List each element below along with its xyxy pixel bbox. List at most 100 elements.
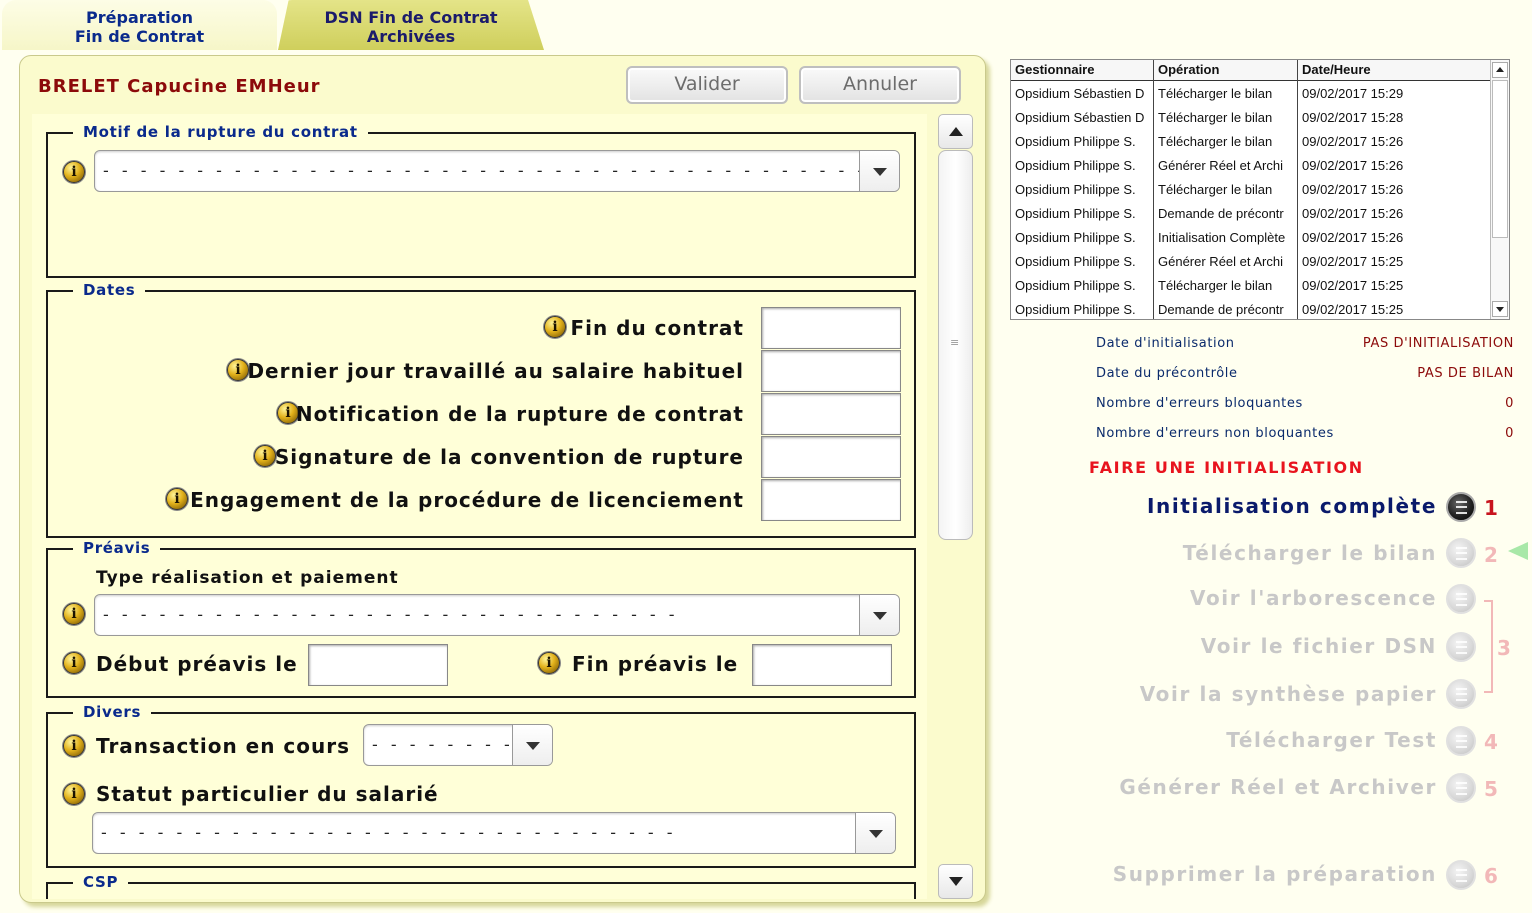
action-voir-synthese-papier[interactable]: Voir la synthèse papier [1140, 682, 1437, 706]
preavis-debut-input[interactable] [308, 644, 448, 686]
scroll-down-icon[interactable] [938, 864, 973, 899]
motif-select-value: - - - - - - - - - - - - - - - - - - - - … [103, 161, 899, 180]
info-icon[interactable]: i [544, 316, 566, 338]
status-label-precontrole: Date du précontrôle [1096, 366, 1238, 381]
preavis-debut-label: Début préavis le [96, 652, 298, 676]
chevron-down-icon[interactable] [859, 151, 899, 191]
action-telecharger-bilan[interactable]: Télécharger le bilan [1183, 541, 1437, 565]
chevron-down-icon[interactable] [512, 725, 552, 765]
date-input-fin-contrat[interactable] [761, 307, 901, 349]
preavis-fin-input[interactable] [752, 644, 892, 686]
history-col-operation[interactable]: Opération [1158, 62, 1219, 77]
preavis-group: Préavis Type réalisation et paiement i -… [46, 539, 916, 698]
step-number: 2 [1484, 543, 1498, 567]
action-supprimer-preparation[interactable]: Supprimer la préparation [1113, 862, 1437, 886]
scroll-up-icon[interactable] [1492, 62, 1508, 78]
history-col-date[interactable]: Date/Heure [1302, 62, 1371, 77]
tab-preparation[interactable]: Préparation Fin de Contrat [2, 0, 277, 50]
status-value-bloquantes: 0 [1505, 396, 1514, 411]
history-col-gestionnaire[interactable]: Gestionnaire [1015, 62, 1094, 77]
info-icon[interactable]: i [63, 783, 85, 805]
chevron-down-icon[interactable] [859, 595, 899, 635]
preavis-title: Préavis [73, 539, 161, 557]
table-row[interactable]: Opsidium Philippe S. Télécharger le bila… [1011, 274, 1491, 298]
scrollbar-thumb[interactable]: ≡ [938, 150, 973, 540]
cell-date: 09/02/2017 15:26 [1302, 158, 1404, 173]
cell-operation: Demande de précontr [1158, 302, 1284, 317]
cell-gestionnaire: Opsidium Philippe S. [1015, 134, 1136, 149]
scroll-up-icon[interactable] [938, 114, 973, 149]
table-row[interactable]: Opsidium Sébastien D Télécharger le bila… [1011, 82, 1491, 106]
scroll-down-icon[interactable] [1492, 301, 1508, 317]
tab-archived[interactable]: DSN Fin de Contrat Archivées [278, 0, 544, 50]
transaction-value: - - - - - - - - - [372, 735, 533, 754]
info-icon[interactable]: i [63, 603, 85, 625]
motif-title: Motif de la rupture du contrat [73, 123, 368, 141]
info-icon[interactable]: i [63, 161, 85, 183]
form-scroll-area: Motif de la rupture du contrat i - - - -… [32, 114, 927, 899]
list-icon[interactable] [1446, 584, 1476, 614]
table-row[interactable]: Opsidium Philippe S. Générer Réel et Arc… [1011, 154, 1491, 178]
arrow-left-icon [1508, 542, 1528, 560]
action-voir-arborescence[interactable]: Voir l'arborescence [1190, 586, 1437, 610]
motif-group: Motif de la rupture du contrat i - - - -… [46, 123, 916, 278]
info-icon[interactable]: i [227, 359, 249, 381]
list-icon[interactable] [1446, 773, 1476, 803]
list-icon[interactable] [1446, 860, 1476, 890]
history-table: Gestionnaire Opération Date/Heure Opsidi… [1010, 59, 1510, 320]
date-input-notification[interactable] [761, 393, 901, 435]
validate-button[interactable]: Valider [626, 66, 788, 104]
scrollbar-thumb[interactable] [1492, 80, 1508, 238]
date-input-dernier-jour[interactable] [761, 350, 901, 392]
statut-select[interactable]: - - - - - - - - - - - - - - - - - - - - … [92, 812, 896, 854]
info-icon[interactable]: i [254, 445, 276, 467]
table-row[interactable]: Opsidium Philippe S. Générer Réel et Arc… [1011, 250, 1491, 274]
action-telecharger-test[interactable]: Télécharger Test [1226, 728, 1437, 752]
action-initialisation-complete[interactable]: Initialisation complète [1147, 494, 1437, 518]
transaction-select[interactable]: - - - - - - - - - [363, 724, 553, 766]
dates-group: Dates i Fin du contrat i Dernier jour tr… [46, 281, 916, 538]
motif-select[interactable]: - - - - - - - - - - - - - - - - - - - - … [94, 150, 900, 192]
list-icon[interactable] [1446, 538, 1476, 568]
info-icon[interactable]: i [166, 488, 188, 510]
date-input-signature[interactable] [761, 436, 901, 478]
step-number: 6 [1484, 864, 1498, 888]
cell-gestionnaire: Opsidium Philippe S. [1015, 158, 1136, 173]
list-icon[interactable] [1446, 632, 1476, 662]
cancel-button[interactable]: Annuler [799, 66, 961, 104]
table-row[interactable]: Opsidium Philippe S. Demande de précontr… [1011, 202, 1491, 226]
info-icon[interactable]: i [63, 652, 85, 674]
status-label-bloquantes: Nombre d'erreurs bloquantes [1096, 396, 1303, 411]
statut-value: - - - - - - - - - - - - - - - - - - - - … [101, 823, 677, 842]
cell-date: 09/02/2017 15:25 [1302, 302, 1404, 317]
action-generer-reel[interactable]: Générer Réel et Archiver [1119, 775, 1437, 799]
table-row[interactable]: Opsidium Philippe S. Télécharger le bila… [1011, 130, 1491, 154]
list-icon[interactable] [1446, 679, 1476, 709]
table-row[interactable]: Opsidium Sébastien D Télécharger le bila… [1011, 106, 1491, 130]
tab-archived-line1: DSN Fin de Contrat [324, 8, 498, 27]
info-icon[interactable]: i [538, 652, 560, 674]
table-row[interactable]: Opsidium Philippe S. Initialisation Comp… [1011, 226, 1491, 250]
cell-operation: Télécharger le bilan [1158, 110, 1273, 125]
action-voir-fichier-dsn[interactable]: Voir le fichier DSN [1201, 634, 1437, 658]
cell-gestionnaire: Opsidium Philippe S. [1015, 182, 1136, 197]
info-icon[interactable]: i [63, 735, 85, 757]
list-icon[interactable] [1446, 492, 1476, 522]
history-scrollbar[interactable] [1490, 60, 1509, 319]
cell-date: 09/02/2017 15:25 [1302, 254, 1404, 269]
preavis-type-label: Type réalisation et paiement [96, 568, 399, 588]
table-row[interactable]: Opsidium Philippe S. Télécharger le bila… [1011, 178, 1491, 202]
date-label-engagement: Engagement de la procédure de licencieme… [190, 488, 744, 512]
divers-title: Divers [73, 703, 152, 721]
form-scrollbar[interactable]: ≡ [938, 114, 975, 899]
list-icon[interactable] [1446, 726, 1476, 756]
cell-operation: Générer Réel et Archi [1158, 254, 1284, 269]
chevron-down-icon[interactable] [855, 813, 895, 853]
step-number: 3 [1497, 636, 1511, 660]
preavis-fin-label: Fin préavis le [572, 652, 739, 676]
cell-operation: Télécharger le bilan [1158, 134, 1273, 149]
preavis-type-select[interactable]: - - - - - - - - - - - - - - - - - - - - … [94, 594, 900, 636]
grip-icon: ≡ [950, 336, 960, 349]
date-input-engagement[interactable] [761, 479, 901, 521]
table-row[interactable]: Opsidium Philippe S. Demande de précontr… [1011, 298, 1491, 319]
